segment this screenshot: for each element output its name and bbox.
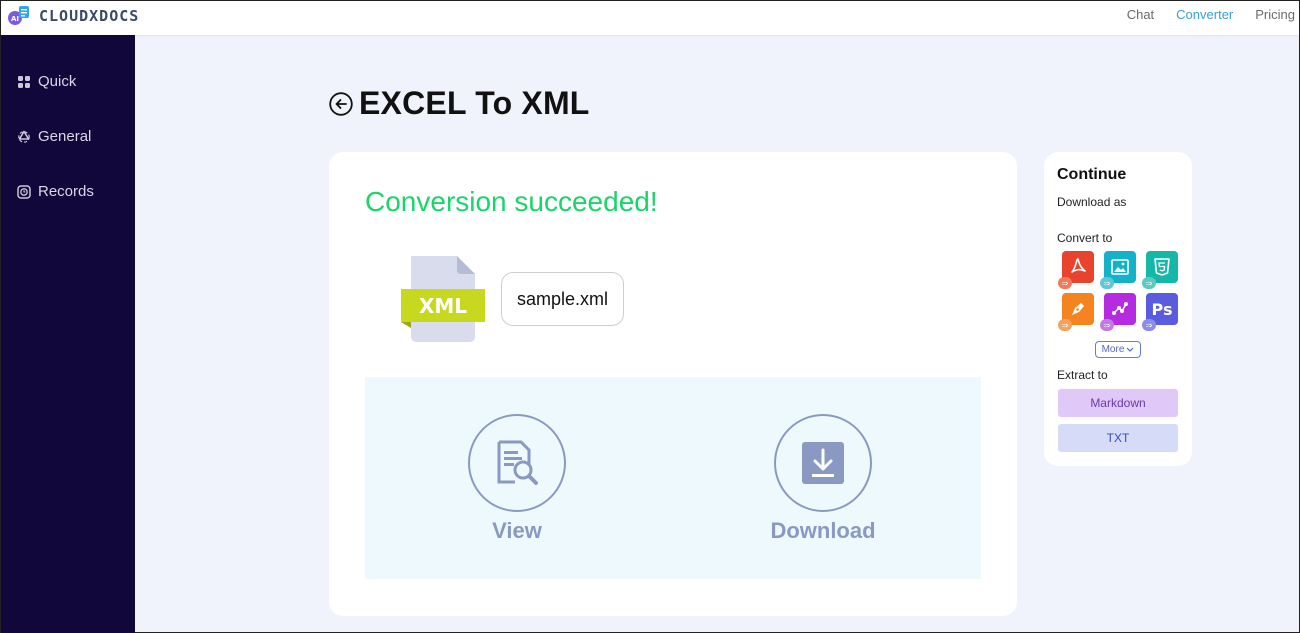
html-tool[interactable]: ⇒ (1142, 251, 1178, 289)
sidebar-item-records[interactable]: Records (17, 183, 94, 200)
sidebar-item-general[interactable]: General (17, 128, 91, 145)
file-info: XML sample.xml (401, 256, 625, 342)
panel-title: Continue (1057, 166, 1127, 183)
view-label: View (492, 518, 542, 543)
recycle-icon (18, 130, 30, 143)
image-icon (1111, 259, 1129, 275)
convert-badge-icon: ⇒ (1100, 319, 1114, 331)
document-search-icon (497, 440, 538, 485)
download-icon (802, 442, 844, 484)
pdf-icon (1071, 258, 1086, 273)
page-title: EXCEL To XML (359, 85, 590, 121)
nav-converter[interactable]: Converter (1176, 7, 1233, 22)
convert-badge-icon: ⇒ (1142, 277, 1156, 289)
sidebar: Quick General Records (1, 35, 135, 633)
view-circle (468, 414, 566, 512)
vector-tool[interactable]: ⇒ (1100, 293, 1136, 331)
svg-text:AI: AI (11, 15, 19, 23)
top-nav: Chat Converter Pricing (1127, 7, 1295, 22)
chevron-down-icon (1126, 347, 1134, 352)
file-name: sample.xml (517, 288, 609, 309)
result-card: Conversion succeeded! XML sample.xml Vie… (329, 152, 1017, 616)
grid-icon (18, 75, 30, 88)
convert-badge-icon: ⇒ (1058, 319, 1072, 331)
download-as-label[interactable]: Download as (1057, 195, 1126, 209)
file-name-box: sample.xml (501, 272, 625, 326)
ps-tool[interactable]: Ps ⇒ (1142, 293, 1178, 331)
status-message: Conversion succeeded! (365, 186, 658, 217)
svg-text:XML: XML (419, 294, 467, 318)
convert-to-label: Convert to (1057, 231, 1113, 245)
more-button[interactable]: More (1095, 341, 1141, 358)
nav-chat[interactable]: Chat (1127, 7, 1154, 22)
page-header: EXCEL To XML (329, 85, 590, 122)
action-area: View Download (365, 377, 981, 579)
photoshop-icon: Ps (1151, 299, 1173, 319)
xml-file-icon: XML (401, 256, 487, 342)
cloudxdocs-logo-icon: AI (7, 4, 31, 28)
html5-icon (1154, 258, 1170, 276)
sidebar-item-quick[interactable]: Quick (17, 73, 76, 90)
download-label: Download (770, 518, 876, 543)
extract-to-label: Extract to (1057, 368, 1108, 382)
convert-tools: ⇒ ⇒ ⇒ ⇒ ⇒ Ps ⇒ (1058, 251, 1178, 331)
continue-panel: Continue Download as Convert to ⇒ ⇒ ⇒ ⇒ … (1044, 152, 1192, 466)
back-arrow-icon[interactable] (329, 91, 353, 116)
nav-pricing[interactable]: Pricing (1255, 7, 1295, 22)
sidebar-item-label: Quick (38, 73, 77, 90)
convert-badge-icon: ⇒ (1100, 277, 1114, 289)
edit-tool[interactable]: ⇒ (1058, 293, 1094, 331)
extract-markdown-button[interactable]: Markdown (1058, 389, 1178, 417)
sidebar-item-label: Records (38, 183, 94, 200)
logo[interactable]: AI CLOUDXDOCS (7, 4, 139, 28)
clock-icon (17, 184, 31, 199)
convert-badge-icon: ⇒ (1142, 319, 1156, 331)
view-button[interactable]: View (457, 414, 577, 544)
download-circle (774, 414, 872, 512)
pen-icon (1072, 303, 1084, 315)
image-tool[interactable]: ⇒ (1100, 251, 1136, 289)
brand-name: CLOUDXDOCS (39, 7, 140, 25)
sidebar-item-label: General (38, 128, 92, 145)
more-label: More (1101, 344, 1125, 355)
top-bar: AI CLOUDXDOCS Chat Converter Pricing (1, 1, 1299, 35)
download-button[interactable]: Download (763, 414, 883, 544)
pdf-tool[interactable]: ⇒ (1058, 251, 1094, 289)
extract-txt-button[interactable]: TXT (1058, 424, 1178, 452)
vector-icon (1112, 302, 1128, 315)
convert-badge-icon: ⇒ (1058, 277, 1072, 289)
